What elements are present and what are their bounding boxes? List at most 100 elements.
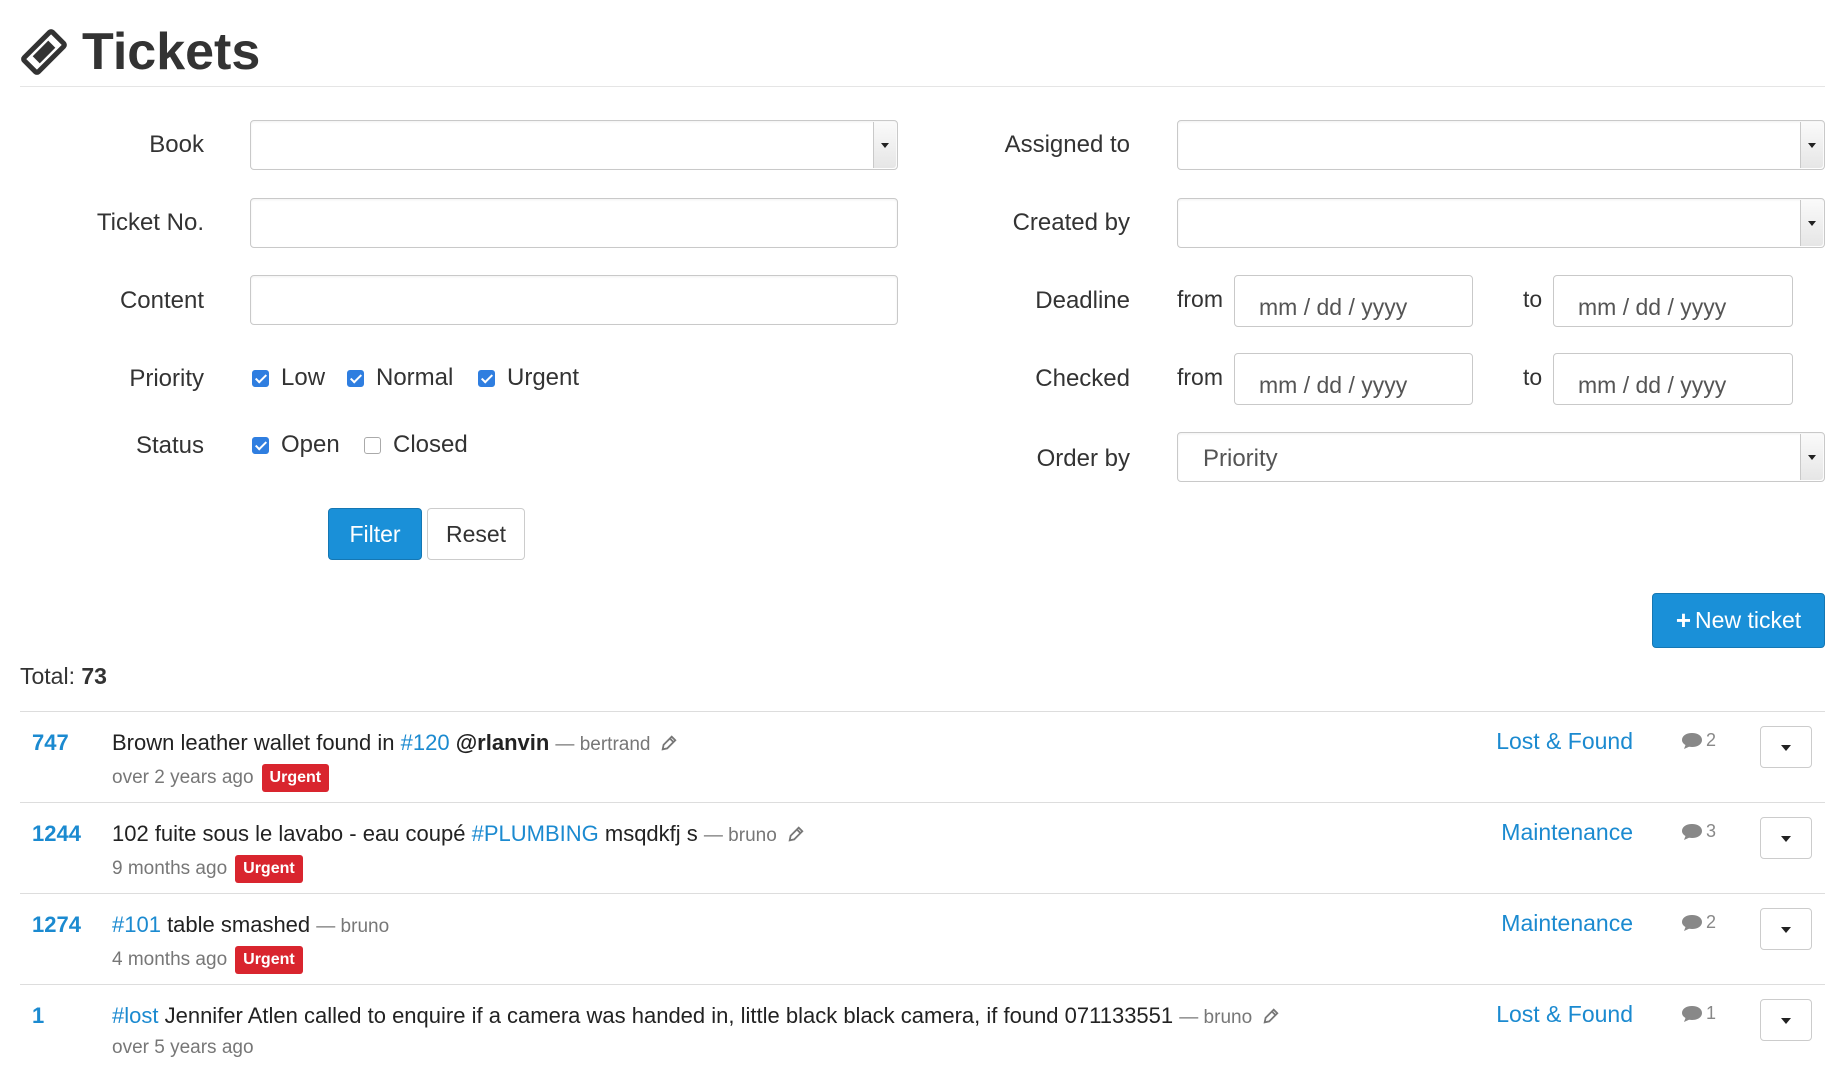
checkbox-checked-icon[interactable] [478, 369, 495, 387]
ticket-author: — bertrand [555, 734, 651, 755]
ticket-text: Brown leather wallet found in [112, 730, 401, 755]
comment-count: 3 [1680, 821, 1716, 842]
content-label: Content [119, 287, 204, 314]
deadline-from-label: from [1177, 286, 1223, 312]
status-closed-checkbox[interactable]: Closed [364, 431, 468, 459]
ticket-number-link[interactable]: 1244 [32, 821, 81, 847]
ticket-text-rest: Jennifer Atlen called to enquire if a ca… [158, 1003, 1174, 1028]
comment-count-value: 1 [1706, 1003, 1717, 1023]
ticket-meta: over 5 years ago [112, 1037, 254, 1059]
status-label: Status [135, 432, 204, 459]
ticket-title: 102 fuite sous le lavabo - eau coupé #PL… [112, 821, 805, 847]
page-header: Tickets [20, 16, 1825, 87]
ticket-author: — bruno [1179, 1007, 1253, 1028]
pencil-icon[interactable] [787, 825, 805, 843]
ticket-title: Brown leather wallet found in #120 @rlan… [112, 730, 678, 756]
ticket-meta: 9 months ago Urgent [112, 855, 303, 883]
created-by-select[interactable] [1177, 198, 1825, 248]
book-select[interactable] [250, 120, 898, 170]
ticket-number-link[interactable]: 1 [32, 1003, 44, 1029]
ticket-tag-link[interactable]: #101 [112, 912, 161, 937]
reset-button[interactable]: Reset [427, 508, 525, 560]
row-actions-dropdown[interactable] [1760, 726, 1812, 768]
ticket-number-link[interactable]: 747 [32, 730, 69, 756]
ticket-category-link[interactable]: Lost & Found [1496, 1001, 1633, 1028]
row-actions-dropdown[interactable] [1760, 817, 1812, 859]
ticket-text: 102 fuite sous le lavabo - eau coupé [112, 821, 472, 846]
ticket-no-input[interactable] [250, 198, 898, 248]
status-open-checkbox[interactable]: Open [252, 431, 340, 459]
assigned-to-select[interactable] [1177, 120, 1825, 170]
ticket-text-rest: table smashed [160, 912, 311, 937]
content-input[interactable] [250, 275, 898, 325]
comment-count: 1 [1680, 1003, 1716, 1024]
urgent-badge: Urgent [261, 764, 330, 792]
comment-count-value: 2 [1706, 730, 1717, 750]
deadline-from-date[interactable]: mm / dd / yyyy [1234, 275, 1473, 327]
checked-from-label: from [1177, 364, 1223, 390]
table-row[interactable]: 1244 102 fuite sous le lavabo - eau coupé… [20, 802, 1825, 894]
ticket-tag-link[interactable]: #lost [112, 1003, 158, 1028]
priority-label: Priority [129, 365, 204, 392]
filter-button[interactable]: Filter [328, 508, 422, 560]
ticket-category-link[interactable]: Maintenance [1501, 910, 1633, 937]
checked-label: Checked [1035, 365, 1130, 392]
deadline-to-date[interactable]: mm / dd / yyyy [1553, 275, 1793, 327]
new-ticket-button[interactable]: + New ticket [1652, 593, 1825, 648]
ticket-tag-link[interactable]: #PLUMBING [472, 821, 599, 846]
chevron-down-icon [873, 122, 896, 168]
table-row[interactable]: 1 #lost Jennifer Atlen called to enquire … [20, 984, 1825, 1076]
checked-to-date[interactable]: mm / dd / yyyy [1553, 353, 1793, 405]
ticket-tag-link[interactable]: #120 [401, 730, 450, 755]
ticket-age: over 2 years ago [112, 767, 254, 788]
ticket-age: 9 months ago [112, 858, 228, 879]
created-by-label: Created by [1012, 209, 1130, 236]
priority-low-checkbox[interactable]: Low [252, 364, 325, 392]
plus-icon: + [1675, 605, 1692, 635]
comment-count: 2 [1680, 912, 1716, 933]
checkbox-unchecked-icon[interactable] [364, 436, 381, 454]
table-row[interactable]: 747 Brown leather wallet found in #120 @r… [20, 711, 1825, 803]
ticket-mention[interactable]: @rlanvin [456, 730, 550, 755]
row-actions-dropdown[interactable] [1760, 908, 1812, 950]
comment-count: 2 [1680, 730, 1716, 751]
row-actions-dropdown[interactable] [1760, 999, 1812, 1041]
priority-urgent-checkbox[interactable]: Urgent [478, 364, 579, 392]
checked-to-label: to [1523, 364, 1543, 390]
pencil-icon[interactable] [660, 734, 678, 752]
order-by-select[interactable]: Priority [1177, 432, 1825, 482]
assigned-to-label: Assigned to [1004, 131, 1130, 158]
comment-icon [1682, 1005, 1702, 1022]
urgent-badge: Urgent [235, 855, 303, 883]
ticket-author: — bruno [316, 916, 390, 937]
ticket-title: #lost Jennifer Atlen called to enquire i… [112, 1003, 1280, 1029]
deadline-to-label: to [1523, 286, 1543, 312]
ticket-meta: 4 months ago Urgent [112, 946, 303, 974]
checkbox-checked-icon[interactable] [252, 436, 269, 454]
checkbox-checked-icon[interactable] [252, 369, 269, 387]
ticket-no-label: Ticket No. [96, 209, 204, 236]
urgent-badge: Urgent [235, 946, 303, 974]
ticket-number-link[interactable]: 1274 [32, 912, 81, 938]
ticket-meta: over 2 years ago Urgent [112, 764, 330, 792]
pencil-icon[interactable] [1262, 1007, 1280, 1025]
checked-from-date[interactable]: mm / dd / yyyy [1234, 353, 1473, 405]
comment-icon [1682, 914, 1702, 931]
comment-icon [1682, 732, 1702, 749]
ticket-category-link[interactable]: Lost & Found [1496, 728, 1633, 755]
ticket-icon [21, 29, 67, 75]
ticket-category-link[interactable]: Maintenance [1501, 819, 1633, 846]
priority-normal-checkbox[interactable]: Normal [347, 364, 453, 392]
ticket-age: over 5 years ago [112, 1037, 254, 1058]
ticket-text-rest: msqdkfj s [598, 821, 698, 846]
table-row[interactable]: 1274 #101 table smashed — bruno 4 months a… [20, 893, 1825, 985]
ticket-title: #101 table smashed — bruno [112, 912, 389, 938]
comment-icon [1682, 823, 1702, 840]
total-count: Total: 73 [20, 663, 107, 689]
page-title: Tickets [20, 22, 260, 82]
checkbox-checked-icon[interactable] [347, 369, 364, 387]
deadline-label: Deadline [1035, 287, 1130, 314]
ticket-age: 4 months ago [112, 949, 228, 970]
chevron-down-icon [1800, 122, 1823, 168]
chevron-down-icon [1800, 434, 1823, 480]
